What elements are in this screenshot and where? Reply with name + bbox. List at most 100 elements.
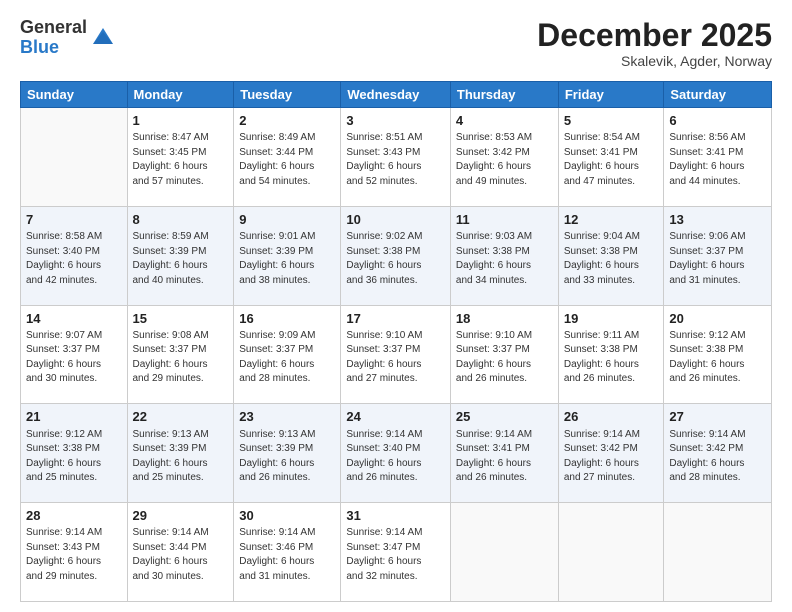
weekday-header-row: SundayMondayTuesdayWednesdayThursdayFrid… [21, 82, 772, 108]
day-info: Sunrise: 9:14 AM Sunset: 3:42 PM Dayligh… [564, 428, 659, 486]
calendar-cell: 16Sunrise: 9:09 AM Sunset: 3:37 PM Dayli… [234, 305, 341, 404]
header: General Blue December 2025 Skalevik, Agd… [20, 18, 772, 69]
day-number: 31 [346, 507, 445, 525]
calendar-week-row: 21 Sunrise: 9:12 AM Sunset: 3:38 PM Dayli… [21, 404, 772, 503]
logo-blue: Blue [20, 38, 87, 58]
day-info: Sunrise: 9:12 AM Sunset: 3:38 PM Dayligh… [26, 428, 122, 486]
weekday-header-monday: Monday [127, 82, 234, 108]
weekday-header-saturday: Saturday [664, 82, 772, 108]
calendar-cell: 6Sunrise: 8:56 AM Sunset: 3:41 PM Daylig… [664, 108, 772, 207]
logo-general: General [20, 18, 87, 38]
day-info: Sunrise: 9:02 AM Sunset: 3:38 PM Dayligh… [346, 230, 445, 288]
day-number: 15 [133, 310, 229, 328]
day-number: 14 [26, 310, 122, 328]
calendar-cell [21, 108, 128, 207]
calendar-cell: 25Sunrise: 9:14 AM Sunset: 3:41 PM Dayli… [450, 404, 558, 503]
weekday-header-tuesday: Tuesday [234, 82, 341, 108]
calendar-cell: 20Sunrise: 9:12 AM Sunset: 3:38 PM Dayli… [664, 305, 772, 404]
day-number: 11 [456, 211, 553, 229]
day-number: 21 [26, 408, 122, 426]
day-number: 13 [669, 211, 766, 229]
weekday-header-wednesday: Wednesday [341, 82, 451, 108]
calendar-cell: 24 Sunrise: 9:14 AM Sunset: 3:40 PM Dayli… [341, 404, 451, 503]
day-number: 20 [669, 310, 766, 328]
day-number: 29 [133, 507, 229, 525]
day-info: Sunrise: 9:08 AM Sunset: 3:37 PM Dayligh… [133, 329, 229, 387]
day-number: 17 [346, 310, 445, 328]
day-info: Sunrise: 8:58 AM Sunset: 3:40 PM Dayligh… [26, 230, 122, 288]
calendar-cell [450, 503, 558, 602]
weekday-header-friday: Friday [558, 82, 664, 108]
calendar-cell: 27Sunrise: 9:14 AM Sunset: 3:42 PM Dayli… [664, 404, 772, 503]
location-subtitle: Skalevik, Agder, Norway [537, 53, 772, 69]
calendar-cell: 29Sunrise: 9:14 AM Sunset: 3:44 PM Dayli… [127, 503, 234, 602]
day-info: Sunrise: 8:51 AM Sunset: 3:43 PM Dayligh… [346, 131, 445, 189]
calendar-cell: 10Sunrise: 9:02 AM Sunset: 3:38 PM Dayli… [341, 206, 451, 305]
day-number: 24 [346, 408, 445, 426]
calendar-cell: 8Sunrise: 8:59 AM Sunset: 3:39 PM Daylig… [127, 206, 234, 305]
calendar-cell: 31Sunrise: 9:14 AM Sunset: 3:47 PM Dayli… [341, 503, 451, 602]
calendar-cell: 22Sunrise: 9:13 AM Sunset: 3:39 PM Dayli… [127, 404, 234, 503]
day-info: Sunrise: 9:14 AM Sunset: 3:43 PM Dayligh… [26, 526, 122, 584]
day-number: 19 [564, 310, 659, 328]
day-number: 16 [239, 310, 335, 328]
calendar-cell [664, 503, 772, 602]
day-info: Sunrise: 9:13 AM Sunset: 3:39 PM Dayligh… [239, 428, 335, 486]
calendar-cell: 21 Sunrise: 9:12 AM Sunset: 3:38 PM Dayli… [21, 404, 128, 503]
day-number: 26 [564, 408, 659, 426]
day-number: 22 [133, 408, 229, 426]
calendar-cell: 4Sunrise: 8:53 AM Sunset: 3:42 PM Daylig… [450, 108, 558, 207]
month-title: December 2025 [537, 18, 772, 53]
day-info: Sunrise: 9:14 AM Sunset: 3:44 PM Dayligh… [133, 526, 229, 584]
day-number: 30 [239, 507, 335, 525]
day-info: Sunrise: 9:14 AM Sunset: 3:46 PM Dayligh… [239, 526, 335, 584]
day-info: Sunrise: 9:04 AM Sunset: 3:38 PM Dayligh… [564, 230, 659, 288]
day-info: Sunrise: 8:59 AM Sunset: 3:39 PM Dayligh… [133, 230, 229, 288]
day-number: 4 [456, 112, 553, 130]
day-info: Sunrise: 8:54 AM Sunset: 3:41 PM Dayligh… [564, 131, 659, 189]
logo: General Blue [20, 18, 117, 58]
calendar-cell: 7Sunrise: 8:58 AM Sunset: 3:40 PM Daylig… [21, 206, 128, 305]
day-info: Sunrise: 9:14 AM Sunset: 3:41 PM Dayligh… [456, 428, 553, 486]
weekday-header-thursday: Thursday [450, 82, 558, 108]
day-number: 1 [133, 112, 229, 130]
day-info: Sunrise: 9:12 AM Sunset: 3:38 PM Dayligh… [669, 329, 766, 387]
calendar-cell: 23 Sunrise: 9:13 AM Sunset: 3:39 PM Dayli… [234, 404, 341, 503]
day-number: 12 [564, 211, 659, 229]
day-number: 2 [239, 112, 335, 130]
day-number: 3 [346, 112, 445, 130]
day-info: Sunrise: 9:14 AM Sunset: 3:42 PM Dayligh… [669, 428, 766, 486]
day-info: Sunrise: 9:03 AM Sunset: 3:38 PM Dayligh… [456, 230, 553, 288]
weekday-header-sunday: Sunday [21, 82, 128, 108]
day-info: Sunrise: 8:49 AM Sunset: 3:44 PM Dayligh… [239, 131, 335, 189]
calendar-cell: 14Sunrise: 9:07 AM Sunset: 3:37 PM Dayli… [21, 305, 128, 404]
day-number: 18 [456, 310, 553, 328]
day-info: Sunrise: 8:56 AM Sunset: 3:41 PM Dayligh… [669, 131, 766, 189]
calendar-cell: 5Sunrise: 8:54 AM Sunset: 3:41 PM Daylig… [558, 108, 664, 207]
day-info: Sunrise: 9:09 AM Sunset: 3:37 PM Dayligh… [239, 329, 335, 387]
day-number: 5 [564, 112, 659, 130]
calendar-week-row: 28Sunrise: 9:14 AM Sunset: 3:43 PM Dayli… [21, 503, 772, 602]
calendar-cell: 13Sunrise: 9:06 AM Sunset: 3:37 PM Dayli… [664, 206, 772, 305]
calendar-cell: 18Sunrise: 9:10 AM Sunset: 3:37 PM Dayli… [450, 305, 558, 404]
calendar-cell [558, 503, 664, 602]
day-info: Sunrise: 8:53 AM Sunset: 3:42 PM Dayligh… [456, 131, 553, 189]
calendar-cell: 17Sunrise: 9:10 AM Sunset: 3:37 PM Dayli… [341, 305, 451, 404]
calendar-cell: 26 Sunrise: 9:14 AM Sunset: 3:42 PM Dayli… [558, 404, 664, 503]
day-number: 8 [133, 211, 229, 229]
calendar-cell: 12Sunrise: 9:04 AM Sunset: 3:38 PM Dayli… [558, 206, 664, 305]
day-number: 28 [26, 507, 122, 525]
day-info: Sunrise: 8:47 AM Sunset: 3:45 PM Dayligh… [133, 131, 229, 189]
calendar-week-row: 14Sunrise: 9:07 AM Sunset: 3:37 PM Dayli… [21, 305, 772, 404]
day-info: Sunrise: 9:10 AM Sunset: 3:37 PM Dayligh… [346, 329, 445, 387]
logo-text: General Blue [20, 18, 87, 58]
day-info: Sunrise: 9:11 AM Sunset: 3:38 PM Dayligh… [564, 329, 659, 387]
calendar-cell: 30Sunrise: 9:14 AM Sunset: 3:46 PM Dayli… [234, 503, 341, 602]
day-info: Sunrise: 9:14 AM Sunset: 3:40 PM Dayligh… [346, 428, 445, 486]
day-number: 6 [669, 112, 766, 130]
day-number: 9 [239, 211, 335, 229]
calendar-cell: 2Sunrise: 8:49 AM Sunset: 3:44 PM Daylig… [234, 108, 341, 207]
calendar-cell: 3Sunrise: 8:51 AM Sunset: 3:43 PM Daylig… [341, 108, 451, 207]
calendar-week-row: 7Sunrise: 8:58 AM Sunset: 3:40 PM Daylig… [21, 206, 772, 305]
day-number: 23 [239, 408, 335, 426]
